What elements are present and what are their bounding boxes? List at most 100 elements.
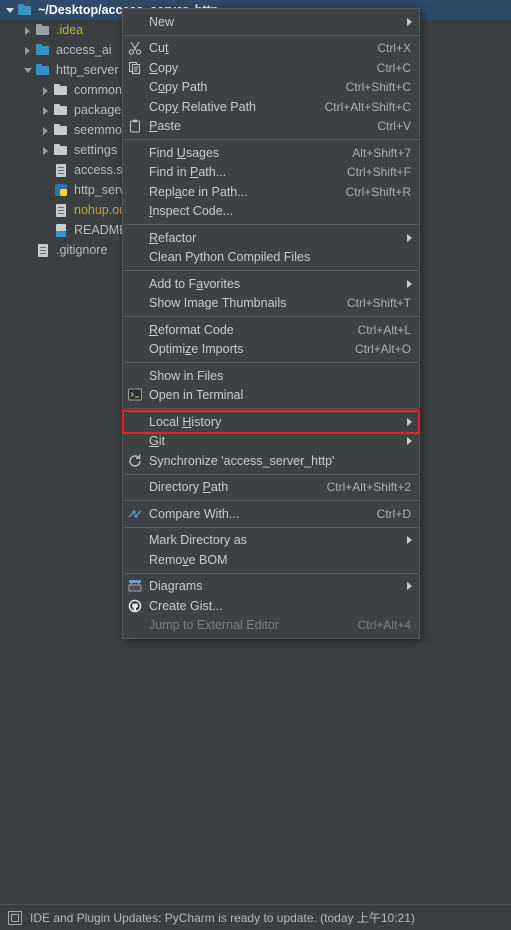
menu-item-clean-python-compiled-files[interactable]: Clean Python Compiled Files	[123, 248, 419, 268]
menu-item-inspect-code[interactable]: Inspect Code...	[123, 202, 419, 222]
menu-item-open-in-terminal[interactable]: Open in Terminal	[123, 386, 419, 406]
menu-item-directory-path[interactable]: Directory Path Ctrl+Alt+Shift+2	[123, 478, 419, 498]
tree-twisty-collapsed-icon[interactable]	[40, 144, 53, 157]
tree-twisty-expanded-icon[interactable]	[22, 64, 35, 77]
menu-item-copy-path[interactable]: Copy Path Ctrl+Shift+C	[123, 78, 419, 98]
diagrams-icon	[125, 578, 147, 594]
menu-item-label: Open in Terminal	[149, 388, 244, 403]
menu-item-new[interactable]: New	[123, 12, 419, 32]
menu-icon-placeholder	[125, 203, 147, 219]
menu-icon-placeholder	[125, 341, 147, 357]
tree-twisty-collapsed-icon[interactable]	[22, 24, 35, 37]
menu-separator	[124, 139, 418, 140]
menu-separator	[124, 473, 418, 475]
context-menu[interactable]: New Cut Ctrl+X Copy Ctrl+C Copy Path Ctrl+Shif…	[122, 8, 420, 639]
folder-white-icon	[53, 122, 69, 138]
menu-item-shortcut: Alt+Shift+7	[352, 145, 411, 160]
tree-item-label: seemmo	[74, 123, 122, 137]
menu-item-show-in-files[interactable]: Show in Files	[123, 366, 419, 386]
menu-item-label: Copy Relative Path	[149, 99, 257, 114]
menu-icon-placeholder	[125, 79, 147, 95]
submenu-arrow-icon	[407, 233, 412, 242]
menu-item-find-usages[interactable]: Find Usages Alt+Shift+7	[123, 143, 419, 163]
menu-item-diagrams[interactable]: Diagrams	[123, 577, 419, 597]
menu-item-label: Copy	[149, 60, 179, 75]
tree-twisty-collapsed-icon[interactable]	[22, 44, 35, 57]
menu-item-copy-relative-path[interactable]: Copy Relative Path Ctrl+Alt+Shift+C	[123, 97, 419, 117]
menu-separator	[124, 316, 418, 317]
file-icon	[53, 162, 69, 178]
menu-separator	[124, 362, 418, 363]
menu-item-git[interactable]: Git	[123, 432, 419, 452]
copy-icon	[125, 60, 147, 76]
menu-item-local-history[interactable]: Local History	[123, 412, 419, 432]
cut-icon	[125, 40, 147, 56]
menu-separator	[124, 270, 418, 271]
menu-icon-placeholder	[125, 479, 147, 495]
tree-item-label: .idea	[56, 23, 84, 37]
submenu-arrow-icon	[407, 437, 412, 446]
submenu-arrow-icon	[407, 582, 412, 591]
menu-icon-placeholder	[125, 433, 147, 449]
menu-item-synchronize-access-server-http[interactable]: Synchronize 'access_server_http'	[123, 451, 419, 471]
tree-twisty-expanded-icon[interactable]	[4, 4, 17, 17]
menu-item-label: Compare With...	[149, 506, 240, 521]
menu-item-label: Refactor	[149, 230, 197, 245]
menu-item-shortcut: Ctrl+Shift+C	[345, 80, 411, 95]
menu-item-paste[interactable]: Paste Ctrl+V	[123, 117, 419, 137]
paste-icon	[125, 118, 147, 134]
file-icon	[53, 202, 69, 218]
menu-item-shortcut: Ctrl+Alt+O	[354, 342, 411, 357]
menu-item-label: Mark Directory as	[149, 533, 247, 548]
menu-item-mark-directory-as[interactable]: Mark Directory as	[123, 531, 419, 551]
menu-item-reformat-code[interactable]: Reformat Code Ctrl+Alt+L	[123, 320, 419, 340]
menu-item-shortcut: Ctrl+Alt+L	[357, 322, 411, 337]
submenu-arrow-icon	[407, 279, 412, 288]
terminal-icon	[125, 387, 147, 403]
menu-item-compare-with[interactable]: Compare With... Ctrl+D	[123, 504, 419, 524]
menu-item-refactor[interactable]: Refactor	[123, 228, 419, 248]
menu-item-label: Cut	[149, 41, 169, 56]
menu-item-cut[interactable]: Cut Ctrl+X	[123, 39, 419, 59]
compare-icon	[125, 506, 147, 522]
menu-item-shortcut: Ctrl+Shift+F	[346, 165, 411, 180]
menu-item-copy[interactable]: Copy Ctrl+C	[123, 58, 419, 78]
menu-icon-placeholder	[125, 295, 147, 311]
tree-item-label: settings	[74, 143, 118, 157]
tree-twisty-collapsed-icon[interactable]	[40, 104, 53, 117]
menu-icon-placeholder	[125, 532, 147, 548]
tree-item-label: common	[74, 83, 122, 97]
menu-item-label: Optimize Imports	[149, 342, 244, 357]
menu-item-optimize-imports[interactable]: Optimize Imports Ctrl+Alt+O	[123, 340, 419, 360]
menu-icon-placeholder	[125, 99, 147, 115]
menu-item-replace-in-path[interactable]: Replace in Path... Ctrl+Shift+R	[123, 182, 419, 202]
submenu-arrow-icon	[407, 536, 412, 545]
menu-item-create-gist[interactable]: Create Gist...	[123, 596, 419, 616]
menu-icon-placeholder	[125, 368, 147, 384]
folder-white-icon	[53, 82, 69, 98]
status-bar[interactable]: IDE and Plugin Updates: PyCharm is ready…	[0, 904, 511, 930]
menu-item-label: Show in Files	[149, 368, 224, 383]
menu-item-remove-bom[interactable]: Remove BOM	[123, 550, 419, 570]
menu-icon-placeholder	[125, 414, 147, 430]
menu-icon-placeholder	[125, 617, 147, 633]
menu-item-add-to-favorites[interactable]: Add to Favorites	[123, 274, 419, 294]
menu-item-show-image-thumbnails[interactable]: Show Image Thumbnails Ctrl+Shift+T	[123, 294, 419, 314]
menu-item-shortcut: Ctrl+C	[376, 60, 411, 75]
tree-item-label: http_server	[56, 63, 119, 77]
menu-item-label: Create Gist...	[149, 598, 223, 613]
menu-item-label: Add to Favorites	[149, 276, 241, 291]
menu-item-shortcut: Ctrl+Alt+4	[357, 618, 411, 633]
folder-grey-icon	[35, 22, 51, 38]
folder-blue-icon	[35, 42, 51, 58]
menu-item-label: Find Usages	[149, 145, 220, 160]
tree-twisty-collapsed-icon[interactable]	[40, 84, 53, 97]
tree-twisty-collapsed-icon[interactable]	[40, 124, 53, 137]
menu-item-label: Show Image Thumbnails	[149, 296, 287, 311]
menu-item-find-in-path[interactable]: Find in Path... Ctrl+Shift+F	[123, 163, 419, 183]
status-bar-message: IDE and Plugin Updates: PyCharm is ready…	[30, 911, 415, 925]
github-icon	[125, 598, 147, 614]
menu-icon-placeholder	[125, 552, 147, 568]
tree-item-label: .gitignore	[56, 243, 108, 257]
